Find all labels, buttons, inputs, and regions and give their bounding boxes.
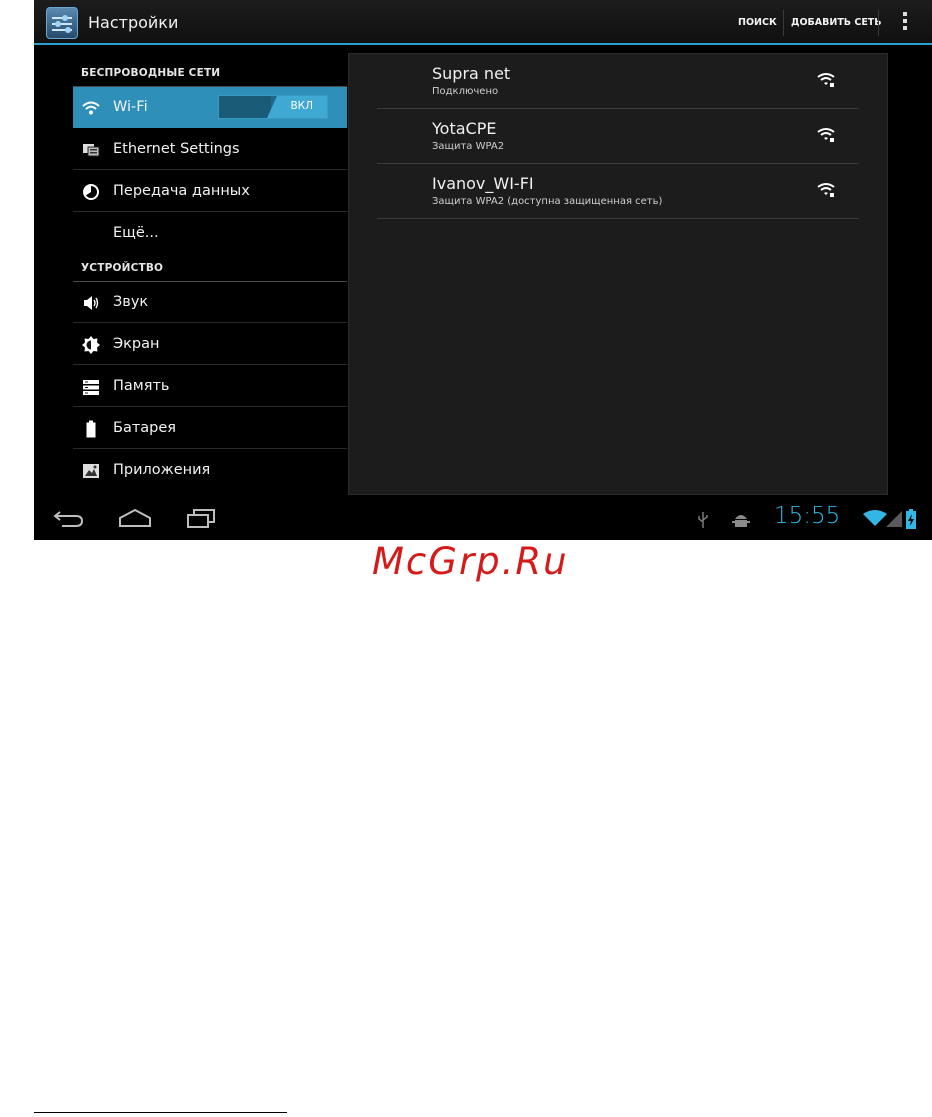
sidebar-item-label: Ещё... [113, 225, 159, 241]
wifi-icon [82, 101, 100, 115]
sidebar-item-label: Приложения [113, 462, 211, 478]
speaker-icon [84, 296, 99, 310]
debug-android-icon[interactable] [732, 511, 750, 529]
search-button[interactable]: ПОИСК [738, 17, 777, 28]
footnote-divider [34, 1112, 287, 1113]
wifi-status-icon [863, 510, 887, 526]
wifi-signal-icon [817, 183, 835, 197]
network-ssid: Supra net [432, 64, 511, 83]
network-item[interactable]: Supra net Подключено [377, 54, 859, 109]
data-usage-icon [83, 184, 99, 200]
battery-charging-icon [906, 509, 916, 529]
cell-signal-icon [886, 511, 902, 527]
network-ssid: Ivanov_WI-FI [432, 174, 534, 193]
wifi-signal-icon [817, 128, 835, 142]
sidebar-item-label: Батарея [113, 420, 177, 436]
system-navigation-bar: 15:55 [34, 496, 932, 540]
settings-sidebar: БЕСПРОВОДНЫЕ СЕТИ Wi-Fi ВКЛ Ethernet Set… [73, 55, 347, 495]
sidebar-item-more[interactable]: Ещё... [73, 213, 347, 254]
sidebar-item-battery[interactable]: Батарея [73, 408, 347, 449]
sidebar-item-wifi[interactable]: Wi-Fi ВКЛ [73, 87, 347, 128]
sidebar-item-label: Память [113, 378, 170, 394]
ethernet-icon [83, 144, 100, 157]
sidebar-item-label: Экран [113, 336, 160, 352]
network-status: Защита WPA2 [432, 141, 505, 152]
status-clock[interactable]: 15:55 [774, 503, 840, 529]
section-header-device: УСТРОЙСТВО [81, 262, 164, 274]
network-ssid: YotaCPE [432, 119, 497, 138]
action-bar: Настройки ПОИСК ДОБАВИТЬ СЕТЬ [34, 0, 932, 45]
app-title: Настройки [88, 13, 179, 32]
sidebar-item-ethernet[interactable]: Ethernet Settings [73, 129, 347, 170]
sidebar-item-label: Ethernet Settings [113, 141, 240, 157]
wifi-network-list: Supra net Подключено YotaCPE Защита WPA2… [348, 53, 888, 495]
tablet-screen: Настройки ПОИСК ДОБАВИТЬ СЕТЬ БЕСПРОВОДН… [34, 0, 932, 540]
brightness-icon [82, 336, 100, 354]
apps-icon [83, 464, 99, 478]
settings-app-icon[interactable] [46, 7, 78, 39]
overflow-menu-icon[interactable] [902, 12, 908, 34]
usb-icon[interactable] [696, 512, 710, 528]
wifi-signal-icon [817, 73, 835, 87]
watermark-logo: McGrp.Ru [372, 540, 569, 583]
sidebar-item-sound[interactable]: Звук [73, 282, 347, 323]
battery-icon [86, 420, 96, 438]
toggle-state-label: ВКЛ [290, 100, 313, 112]
sidebar-item-storage[interactable]: Память [73, 366, 347, 407]
network-item[interactable]: YotaCPE Защита WPA2 [377, 109, 859, 164]
recent-apps-icon[interactable] [184, 508, 218, 528]
network-status: Подключено [432, 86, 499, 97]
home-icon[interactable] [118, 508, 152, 528]
section-header-wireless: БЕСПРОВОДНЫЕ СЕТИ [81, 67, 221, 79]
storage-icon [83, 380, 99, 395]
action-divider [878, 10, 879, 36]
sidebar-item-label: Передача данных [113, 183, 250, 199]
add-network-button[interactable]: ДОБАВИТЬ СЕТЬ [791, 17, 882, 28]
network-status: Защита WPA2 (доступна защищенная сеть) [432, 196, 663, 207]
sidebar-item-label: Звук [113, 294, 149, 310]
sidebar-item-apps[interactable]: Приложения [73, 450, 347, 491]
network-item[interactable]: Ivanov_WI-FI Защита WPA2 (доступна защищ… [377, 164, 859, 219]
action-divider [783, 10, 784, 36]
back-icon[interactable] [52, 508, 86, 528]
sidebar-item-display[interactable]: Экран [73, 324, 347, 365]
sidebar-item-data-usage[interactable]: Передача данных [73, 171, 347, 212]
sidebar-item-label: Wi-Fi [113, 99, 148, 115]
wifi-toggle-switch[interactable]: ВКЛ [218, 95, 328, 119]
